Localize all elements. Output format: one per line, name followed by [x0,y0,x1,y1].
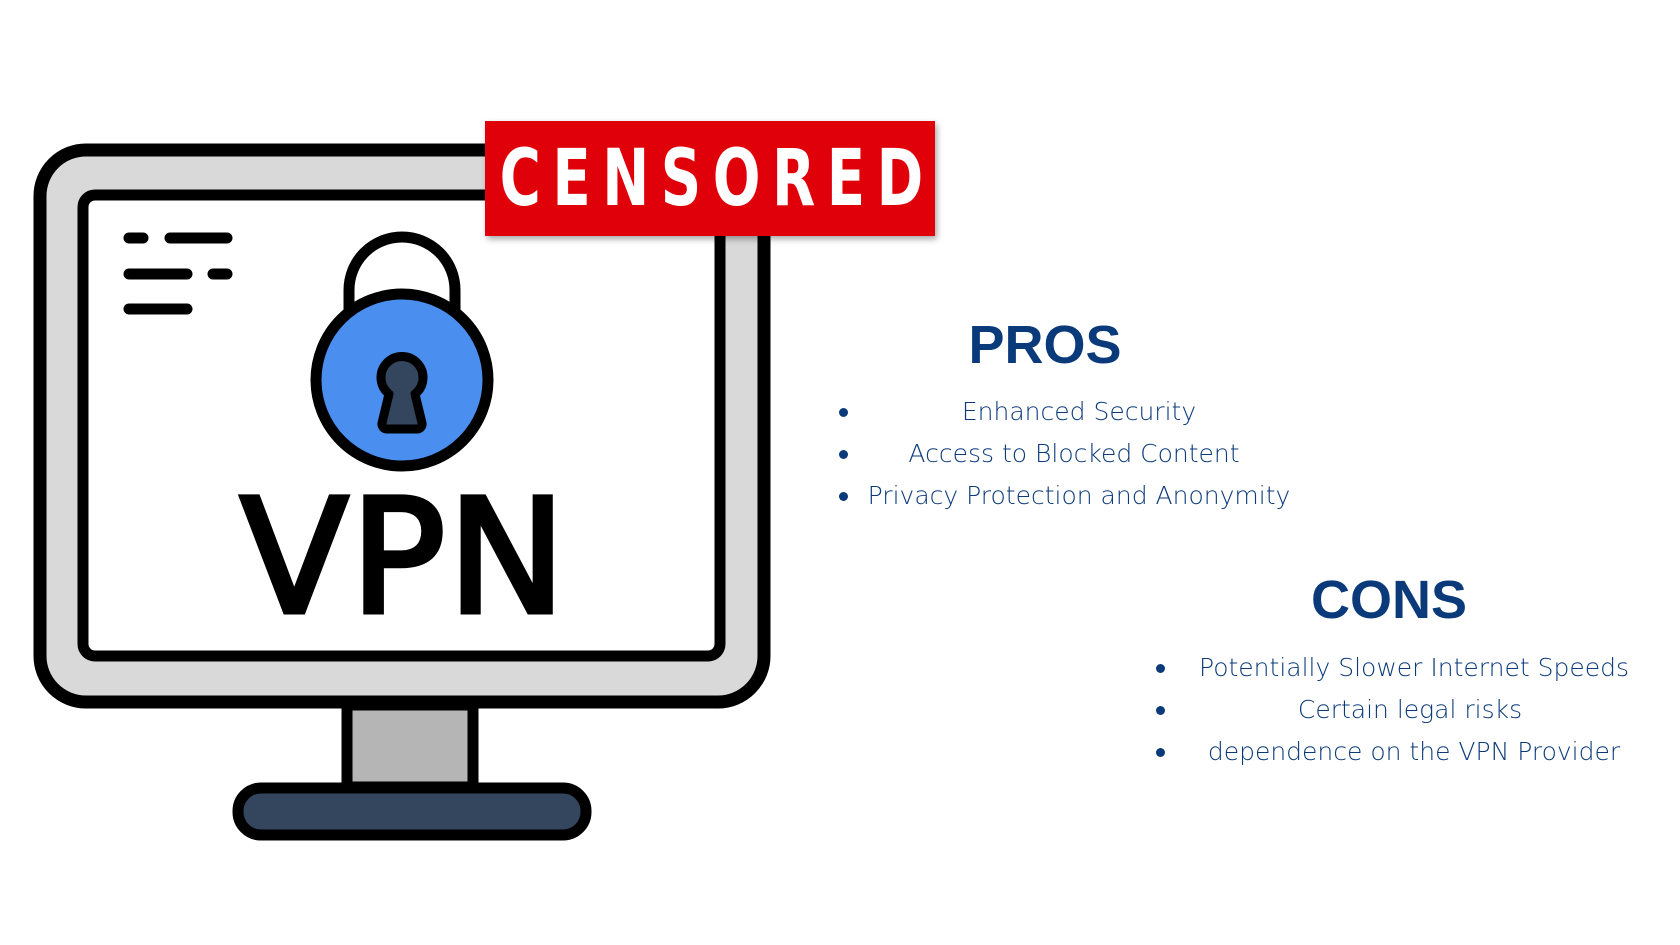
bullet-icon [839,492,848,501]
bullet-icon [839,408,848,417]
vpn-label: VPN [240,466,568,650]
monitor-stand-neck [341,699,479,793]
bullet-icon [1156,706,1165,715]
keyhole-icon [376,352,428,434]
pros-heading: PROS [968,315,1122,375]
censored-text: CENSORED [499,133,935,224]
pros-item: Enhanced Security [961,397,1197,426]
pros-item: Privacy Protection and Anonymity [867,481,1291,510]
cons-heading: CONS [1310,570,1468,630]
cons-item: Potentially Slower Internet Speeds [1199,653,1629,682]
bullet-icon [1156,748,1165,757]
censored-banner: CENSORED [485,121,935,236]
cons-item: Certain legal risks [1297,695,1523,724]
cons-item: dependence on the VPN Provider [1207,737,1621,766]
monitor-base [232,782,592,841]
bullet-icon [1156,664,1165,673]
pros-item: Access to Blocked Content [908,439,1240,468]
bullet-icon [839,450,848,459]
